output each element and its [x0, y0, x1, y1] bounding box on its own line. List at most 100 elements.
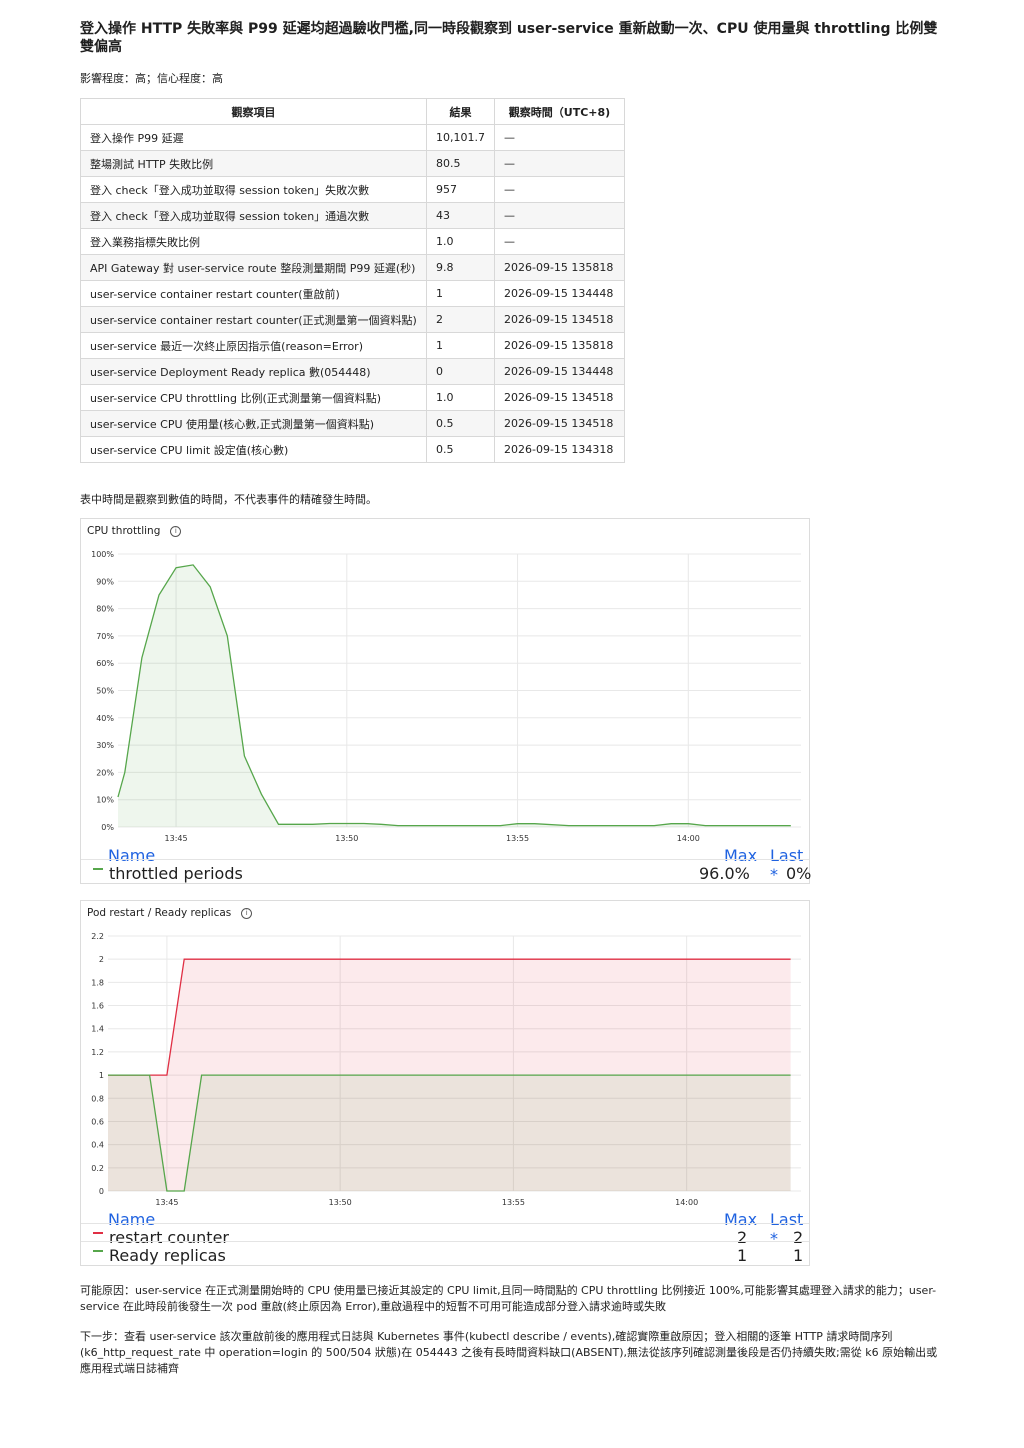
y-tick-label: 1 — [99, 1071, 104, 1080]
cell-time: 2026-09-15 134318 — [493, 436, 625, 463]
y-tick-label: 70% — [96, 632, 114, 641]
legend-series-last: 1 — [793, 1246, 804, 1265]
legend-header: Name Max Last * — [81, 846, 809, 884]
cell-result: 10,101.7 — [426, 124, 495, 151]
header-result: 結果 — [426, 98, 495, 125]
cell-time: — — [493, 202, 625, 229]
cell-item: API Gateway 對 user-service route 整段測量期間 … — [80, 254, 427, 281]
y-tick-label: 40% — [96, 714, 114, 723]
cell-result: 1.0 — [426, 384, 495, 411]
possible-cause: 可能原因：user-service 在正式測量開始時的 CPU 使用量已接近其設… — [80, 1284, 937, 1313]
cell-time: — — [493, 176, 625, 203]
cell-item: user-service CPU throttling 比例(正式測量第一個資料… — [80, 384, 427, 411]
pod-restart-panel: Pod restart / Ready replicas i 0 0.2 0.4 0.… — [80, 900, 810, 1266]
cell-result: 0 — [426, 358, 495, 385]
cell-time: — — [493, 150, 625, 177]
cell-result: 2 — [426, 306, 495, 333]
legend-series-name: throttled periods — [109, 864, 243, 883]
legend-swatch — [93, 1232, 103, 1234]
legend-swatch — [93, 1250, 103, 1252]
series-area — [118, 564, 791, 827]
table-row: 登入 check「登入成功並取得 session token」失敗次數 957— — [80, 176, 625, 203]
y-tick-label: 1.8 — [91, 978, 104, 987]
table-row: 登入業務指標失敗比例 1.0— — [80, 228, 625, 255]
cell-item: 登入 check「登入成功並取得 session token」失敗次數 — [80, 176, 427, 203]
cell-item: user-service Deployment Ready replica 數(… — [80, 358, 427, 385]
y-tick-label: 0% — [101, 823, 114, 832]
legend-series-last: 0% — [786, 864, 812, 883]
table-row: user-service 最近一次終止原因指示值(reason=Error) 1 2… — [80, 332, 625, 359]
cell-time: — — [493, 124, 625, 151]
cell-result: 0.5 — [426, 410, 495, 437]
table-row: 登入 check「登入成功並取得 session token」通過次數 43— — [80, 202, 625, 229]
y-tick-label: 30% — [96, 741, 114, 750]
y-tick-label: 90% — [96, 577, 114, 586]
cell-result: 80.5 — [426, 150, 495, 177]
legend-row[interactable]: Ready replicas 1 1 — [81, 1241, 809, 1265]
impact-confidence: 影響程度：高；信心程度：高 — [80, 72, 223, 85]
cell-time: 2026-09-15 135818 — [493, 332, 625, 359]
cell-item: user-service CPU 使用量(核心數,正式測量第一個資料點) — [80, 410, 427, 437]
cell-result: 43 — [426, 202, 495, 229]
legend-series-name: Ready replicas — [109, 1246, 226, 1265]
table-row: user-service CPU 使用量(核心數,正式測量第一個資料點) 0.5 2… — [80, 410, 625, 437]
observation-table: 觀察項目 結果 觀察時間（UTC+8) 登入操作 P99 延遲 10,101.7—… — [80, 98, 625, 463]
y-tick-label: 10% — [96, 796, 114, 805]
cpu-throttling-chart: 0% 10% 20% 30% 40% 50% 60% 70% 80% 90% 100% 13:45 13… — [91, 550, 801, 843]
report-page: 登入操作 HTTP 失敗率與 P99 延遲均超過驗收門檻,同一時段觀察到 use… — [0, 0, 1024, 1448]
x-tick-label: 13:55 — [506, 834, 529, 843]
y-tick-label: 0.2 — [91, 1164, 104, 1173]
cell-result: 9.8 — [426, 254, 495, 281]
table-row: 整場測試 HTTP 失敗比例 80.5— — [80, 150, 625, 177]
x-tick-label: 13:50 — [329, 1198, 352, 1207]
cell-item: 登入業務指標失敗比例 — [80, 228, 427, 255]
y-tick-label: 1.4 — [91, 1025, 104, 1034]
table-header-row: 觀察項目 結果 觀察時間（UTC+8) — [80, 98, 625, 125]
table-row: 登入操作 P99 延遲 10,101.7— — [80, 124, 625, 151]
table-row: API Gateway 對 user-service route 整段測量期間 … — [80, 254, 625, 281]
legend-series-max: 96.0% — [699, 864, 750, 883]
y-tick-label: 0.6 — [91, 1117, 104, 1126]
table-note: 表中時間是觀察到數值的時間，不代表事件的精確發生時間。 — [80, 493, 377, 506]
x-tick-label: 14:00 — [675, 1198, 698, 1207]
legend-row[interactable]: throttled periods 96.0% 0% — [81, 859, 811, 883]
table-row: user-service CPU limit 設定值(核心數) 0.5 2026-0… — [80, 436, 625, 463]
cell-time: 2026-09-15 134448 — [493, 280, 625, 307]
cell-time: 2026-09-15 134518 — [493, 384, 625, 411]
y-tick-label: 80% — [96, 605, 114, 614]
y-tick-label: 0.4 — [91, 1141, 104, 1150]
cell-result: 1.0 — [426, 228, 495, 255]
table-row: user-service container restart counter(正… — [80, 306, 625, 333]
next-step: 下一步：查看 user-service 該次重啟前後的應用程式日誌與 Kuber… — [80, 1330, 938, 1375]
legend-row[interactable]: restart counter 2 2 — [81, 1223, 809, 1247]
legend-series-max: 1 — [737, 1246, 748, 1265]
y-tick-label: 0.8 — [91, 1094, 104, 1103]
table-row: user-service container restart counter(重… — [80, 280, 625, 307]
cell-result: 1 — [426, 280, 495, 307]
y-tick-label: 100% — [91, 550, 114, 559]
y-tick-label: 60% — [96, 659, 114, 668]
cell-item: user-service 最近一次終止原因指示值(reason=Error) — [80, 332, 427, 359]
cell-result: 1 — [426, 332, 495, 359]
y-tick-label: 0 — [99, 1187, 104, 1196]
x-tick-label: 14:00 — [677, 834, 700, 843]
cell-time: 2026-09-15 134518 — [493, 410, 625, 437]
cell-time: 2026-09-15 135818 — [493, 254, 625, 281]
y-tick-label: 2 — [99, 955, 104, 964]
cpu-throttling-panel: CPU throttling i 0% 10% 20% 30% 40% 50% 60% 70%… — [80, 518, 811, 884]
cell-item: user-service container restart counter(正… — [80, 306, 427, 333]
finding-title: 登入操作 HTTP 失敗率與 P99 延遲均超過驗收門檻,同一時段觀察到 use… — [80, 21, 938, 55]
cell-item: user-service CPU limit 設定值(核心數) — [80, 436, 427, 463]
cell-time: — — [493, 228, 625, 255]
y-tick-label: 2.2 — [91, 932, 104, 941]
y-tick-label: 1.2 — [91, 1048, 104, 1057]
table-row: user-service Deployment Ready replica 數(… — [80, 358, 625, 385]
cell-time: 2026-09-15 134518 — [493, 306, 625, 333]
cell-item: 登入 check「登入成功並取得 session token」通過次數 — [80, 202, 427, 229]
cell-item: 登入操作 P99 延遲 — [80, 124, 427, 151]
header-item: 觀察項目 — [80, 98, 427, 125]
cell-item: user-service container restart counter(重… — [80, 280, 427, 307]
header-time: 觀察時間（UTC+8) — [493, 98, 625, 125]
y-tick-label: 50% — [96, 687, 114, 696]
cell-item: 整場測試 HTTP 失敗比例 — [80, 150, 427, 177]
